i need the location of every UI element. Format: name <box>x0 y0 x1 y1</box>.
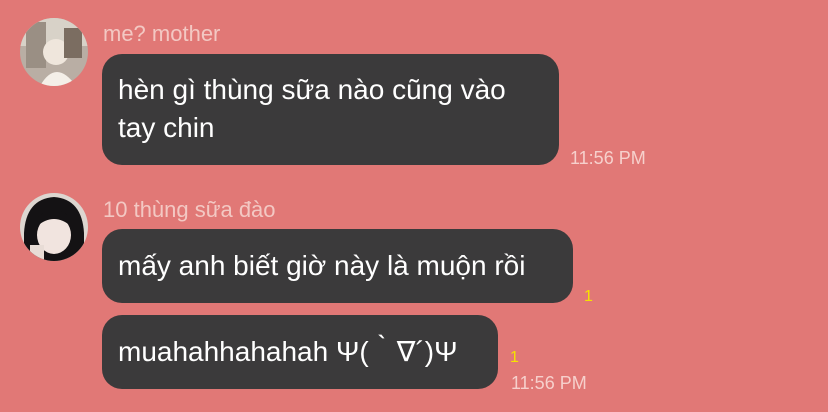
sender-name: me? mother <box>103 21 221 46</box>
avatar-10-thung-sua-dao[interactable] <box>20 193 88 261</box>
avatar-photo-icon <box>20 18 88 86</box>
message-bubble[interactable]: muahahhahahah Ψ(｀∇´)Ψ <box>102 315 498 389</box>
message-timestamp: 11:56 PM <box>570 148 646 168</box>
message-bubble[interactable]: hèn gì thùng sữa nào cũng vào tay chin <box>102 54 559 165</box>
message-text-line: hèn gì thùng sữa nào cũng vào <box>118 74 506 105</box>
message-text: mấy anh biết giờ này là muộn rồi <box>118 250 526 281</box>
message-text-line: tay chin <box>118 112 215 143</box>
message-text: muahahhahahah Ψ(｀∇´)Ψ <box>118 336 458 367</box>
avatar-me-mother[interactable] <box>20 18 88 86</box>
read-count-badge: 1 <box>510 349 519 366</box>
read-count-badge: 1 <box>584 288 593 305</box>
message-timestamp: 11:56 PM <box>511 373 587 393</box>
sender-name: 10 thùng sữa đào <box>103 197 276 222</box>
chat-view: me? mother hèn gì thùng sữa nào cũng vào… <box>0 0 828 412</box>
avatar-photo-icon <box>20 193 88 261</box>
message-bubble[interactable]: mấy anh biết giờ này là muộn rồi <box>102 229 573 303</box>
